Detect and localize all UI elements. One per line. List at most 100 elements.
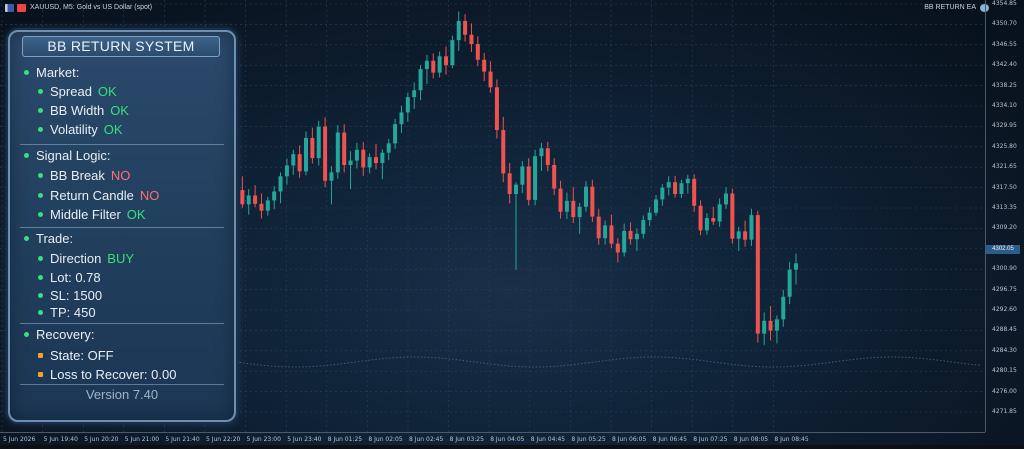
horizontal-scrollbar[interactable] [0,445,1024,449]
bbbreak-status: NO [110,168,131,183]
time-tick-label: 8 Jun 08:45 [774,436,809,443]
price-tick-label: 4354.85 [992,0,1017,7]
candle-body [399,112,404,125]
chart-window[interactable]: XAUUSD, M5: Gold vs US Dollar (spot) BB … [0,0,1024,449]
candle-body [526,166,531,200]
candle-body [304,137,308,172]
candle-body [711,218,716,222]
divider [20,227,224,228]
volatility-row: Volatility OK [38,122,123,137]
price-tick-label: 4317.50 [992,183,1017,191]
candle-body [673,182,678,194]
bbwidth-row: BB Width OK [38,103,129,118]
time-tick-label: 8 Jun 08:05 [733,436,769,443]
market-header: Market: [24,65,79,80]
middlefilter-row: Middle Filter OK [38,207,146,222]
candle-body [297,154,302,172]
status-dot-icon [38,212,43,218]
price-tick-label: 4292.60 [992,306,1017,313]
candle-body [596,216,601,239]
candle-body [412,90,417,98]
status-dot-icon [38,310,43,316]
time-tick-label: 5 Jun 22:20 [206,436,241,443]
chart-title: XAUUSD, M5: Gold vs US Dollar (spot) [30,4,153,11]
price-tick-label: 4342.40 [992,61,1017,69]
time-tick-label: 5 Jun 21:00 [124,436,160,443]
candle-body [494,87,499,131]
candle-body [730,193,735,239]
candle-body [329,172,334,181]
candle-body [278,176,283,192]
price-tick-label: 4296.75 [992,285,1017,293]
candle-body [424,60,429,70]
candle-body [660,187,665,200]
candle-body [514,184,518,194]
price-tick-label: 4329.95 [992,122,1017,130]
candle-body [654,199,658,213]
candle-body [603,225,608,239]
candle-body [666,182,671,188]
state-row: State: OFF [38,348,114,363]
trade-header: Trade: [24,231,73,246]
candle-body [609,225,614,244]
price-tick-label: 4321.65 [992,163,1017,171]
returncandle-status: NO [139,188,160,203]
chart-type-icon[interactable] [17,4,26,12]
price-tick-label: 4271.85 [992,408,1017,415]
returncandle-row: Return Candle NO [38,188,159,203]
candle-body [615,243,620,253]
time-tick-label: 5 Jun 2026 [3,436,36,443]
candle-body [246,195,251,205]
status-dot-icon [24,153,29,159]
price-tick-label: 4280.15 [992,367,1017,375]
time-tick-label: 8 Jun 02:45 [409,436,444,443]
status-dot-icon [38,256,43,262]
tp-row: TP: 450 [38,305,96,320]
candle-body [622,230,627,253]
candle-body [787,269,792,297]
candle-body [679,183,684,194]
time-tick-label: 8 Jun 04:45 [530,436,566,443]
candle-body [463,20,468,35]
price-tick-label: 4338.25 [992,81,1017,89]
version-label: Version 7.40 [85,387,159,402]
candle-body [539,148,544,157]
time-tick-label: 5 Jun 20:20 [84,436,119,443]
status-dot-icon [38,89,43,95]
price-tick-label: 4325.80 [992,142,1017,150]
time-tick-label: 8 Jun 01:25 [327,436,363,443]
candle-body [781,296,786,320]
sl-row: SL: 1500 [38,288,102,303]
price-tick-label: 4350.70 [992,20,1017,28]
price-tick-label: 4300.90 [992,265,1017,273]
bbwidth-status: OK [110,103,129,118]
candle-body [418,69,423,91]
divider [20,323,224,324]
candle-body [564,200,569,212]
status-dot-icon [38,173,43,179]
candle-body [323,126,328,181]
expert-advisor-label[interactable]: BB RETURN EA [924,4,976,11]
candle-body [272,191,277,201]
candle-body [641,220,646,234]
candle-body [647,212,652,221]
candle-body [571,200,576,218]
status-dot-icon [38,193,43,199]
price-tick-label: 4284.30 [992,346,1017,354]
status-square-icon [38,372,43,378]
time-tick-label: 5 Jun 23:00 [246,436,281,443]
candle-body [431,60,436,73]
candle-body [577,206,582,218]
panel-title: BB RETURN SYSTEM [22,36,220,57]
candle-body [380,152,385,164]
candle-body [634,233,639,240]
candle-body [354,149,359,161]
lot-row: Lot: 0.78 [38,270,101,285]
candle-body [501,130,506,174]
chart-header: XAUUSD, M5: Gold vs US Dollar (spot) BB … [0,0,1024,18]
price-tick-label: 4334.10 [992,102,1017,109]
candle-body [520,166,525,185]
candle-body [348,160,353,165]
candle-body [762,320,767,334]
candle-body [584,186,588,207]
